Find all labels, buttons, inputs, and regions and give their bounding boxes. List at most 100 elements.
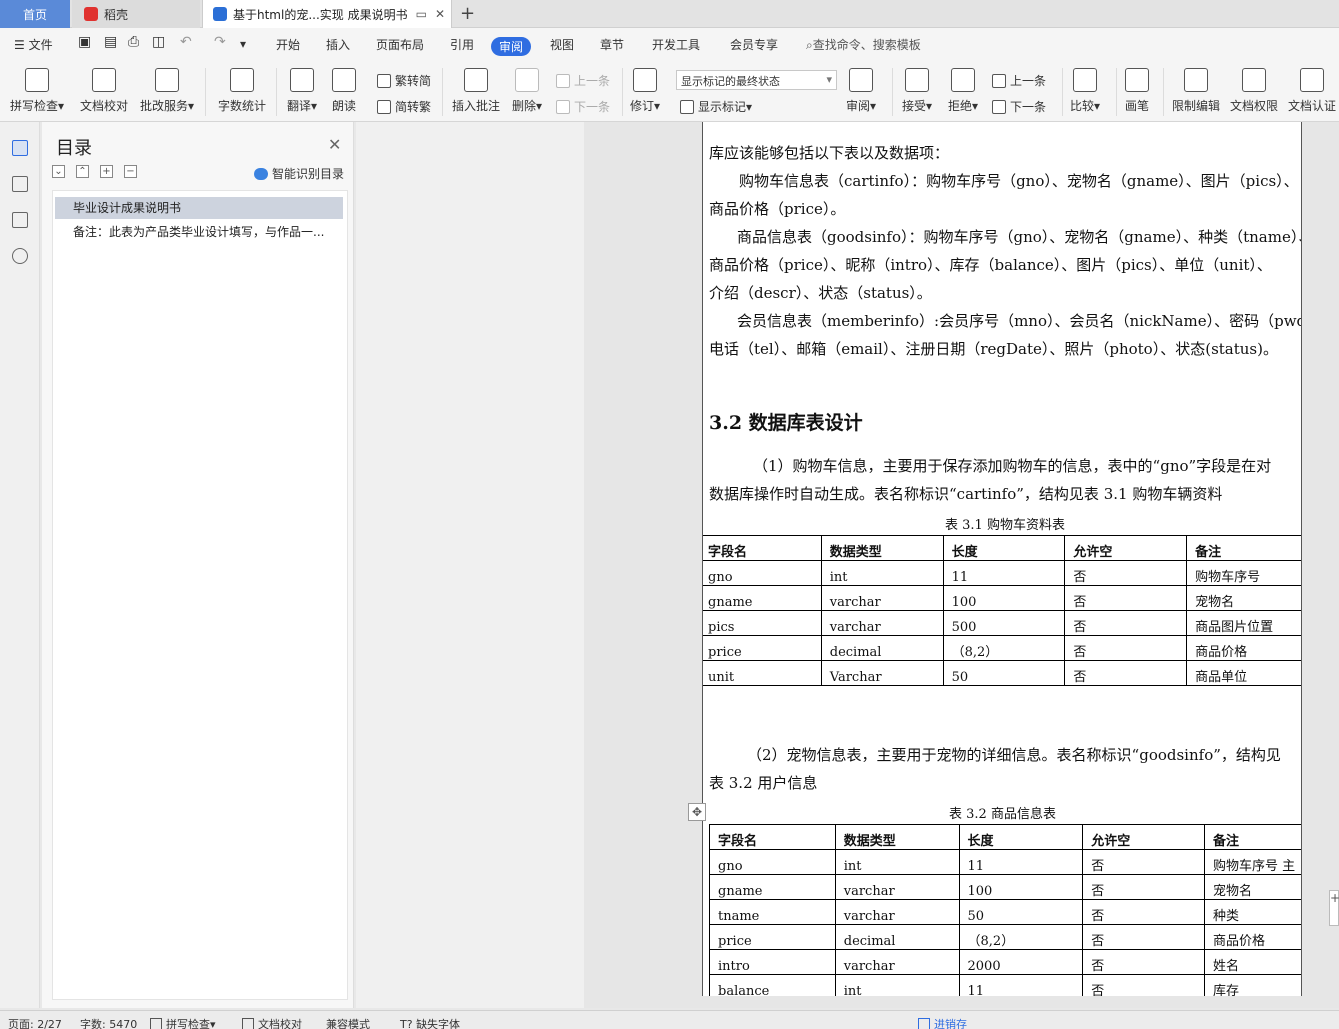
menu-insert[interactable]: 插入 xyxy=(326,36,350,53)
review-pane-button[interactable]: 审阅▾ xyxy=(846,68,876,114)
close-icon[interactable]: ✕ xyxy=(328,135,341,154)
word-count-icon xyxy=(230,68,254,92)
delete-comment-icon xyxy=(515,68,540,92)
menu-home[interactable]: 开始 xyxy=(276,36,300,53)
table-cell: 姓名 xyxy=(1203,949,1301,975)
menu-member[interactable]: 会员专享 xyxy=(730,36,778,53)
table-header-row: 字段名 数据类型 长度 允许空 备注 xyxy=(703,535,1301,561)
promo-link[interactable]: 进销存 xyxy=(918,1016,967,1029)
quick-access-dropdown-icon[interactable]: ▾ xyxy=(240,37,246,51)
toc-item[interactable]: 备注：此表为产品类毕业设计填写，与作品一... xyxy=(55,221,343,243)
menu-reference[interactable]: 引用 xyxy=(450,36,474,53)
trad-to-simp-button[interactable]: 繁转简 xyxy=(377,72,431,89)
table-cell: gname xyxy=(703,585,822,611)
menu-developer[interactable]: 开发工具 xyxy=(652,36,700,53)
table-cell: 50 xyxy=(942,660,1066,686)
doc-permission-button[interactable]: 文档权限 xyxy=(1230,68,1278,114)
expand-panel-icon[interactable]: + xyxy=(1329,890,1339,926)
menu-file[interactable]: ☰ 文件 xyxy=(14,36,53,53)
preview-icon[interactable]: ◫ xyxy=(152,34,165,50)
status-doc-proof[interactable]: 文档校对 xyxy=(242,1016,302,1029)
doc-cert-icon xyxy=(1300,68,1324,92)
tab-document-label: 基于html的宠...实现 成果说明书 xyxy=(233,7,408,22)
show-markup-button[interactable]: 显示标记 ▾ xyxy=(680,98,752,115)
document-page[interactable]: 库应该能够包括以下表以及数据项： 购物车信息表（cartinfo）：购物车序号（… xyxy=(702,122,1302,996)
status-spell-check[interactable]: 拼写检查 ▾ xyxy=(150,1016,216,1029)
expand-icon[interactable]: ⌄ xyxy=(52,165,65,178)
word-count-button[interactable]: 字数统计 xyxy=(218,68,266,114)
track-changes-button[interactable]: 修订▾ xyxy=(630,68,660,114)
doc-proof-button[interactable]: 文档校对 xyxy=(80,68,128,114)
correction-service-button[interactable]: 批改服务▾ xyxy=(140,68,194,114)
simp-to-trad-button[interactable]: 简转繁 xyxy=(377,98,431,115)
table-cell: 2000 xyxy=(958,949,1084,975)
table-cell: 宠物名 xyxy=(1186,585,1301,611)
word-count-indicator[interactable]: 字数: 5470 xyxy=(80,1016,137,1029)
accept-icon xyxy=(905,68,930,92)
save-icon[interactable]: ▣ xyxy=(78,34,91,50)
table-cell: 500 xyxy=(942,610,1066,636)
remove-heading-icon[interactable]: − xyxy=(124,165,137,178)
toc-item[interactable]: 毕业设计成果说明书 xyxy=(55,197,343,219)
table-cell: 否 xyxy=(1064,560,1188,586)
doc-paragraph: 表 3.2 用户信息 xyxy=(709,774,818,792)
doc-line: 库应该能够包括以下表以及数据项： xyxy=(709,144,950,162)
read-aloud-button[interactable]: 朗读 xyxy=(332,68,356,114)
table-row: price decimal （8,2）否商品价格 xyxy=(709,924,1301,950)
doc-proof-icon xyxy=(242,1018,254,1029)
export-icon[interactable]: ▤ xyxy=(104,34,117,50)
new-tab-button[interactable]: + xyxy=(460,3,475,24)
page-indicator[interactable]: 页面: 2/27 xyxy=(8,1016,62,1029)
collapse-icon[interactable]: ⌃ xyxy=(76,165,89,178)
menu-chapter[interactable]: 章节 xyxy=(600,36,624,53)
translate-button[interactable]: 翻译▾ xyxy=(287,68,317,114)
tab-home[interactable]: 首页 xyxy=(0,0,70,28)
menu-review[interactable]: 审阅 xyxy=(491,37,532,56)
restrict-edit-button[interactable]: 限制编辑 xyxy=(1172,68,1220,114)
bookmark-icon[interactable] xyxy=(12,212,28,228)
next-change-button[interactable]: 下一条 xyxy=(992,98,1046,115)
spell-check-button[interactable]: 拼写检查▾ xyxy=(10,68,64,114)
robot-icon xyxy=(254,167,268,180)
reject-button[interactable]: 拒绝▾ xyxy=(948,68,978,114)
pen-button[interactable]: 画笔 xyxy=(1125,68,1149,114)
correction-service-label: 批改服务 xyxy=(140,99,189,113)
next-comment-button[interactable]: 下一条 xyxy=(556,98,610,115)
redo-icon[interactable]: ↷ xyxy=(214,34,226,50)
add-heading-icon[interactable]: + xyxy=(100,165,113,178)
undo-icon[interactable]: ↶ xyxy=(180,34,192,50)
search-icon[interactable] xyxy=(12,248,28,264)
table-row: balance int 11 否库存 xyxy=(709,974,1301,996)
doc-proof-label: 文档校对 xyxy=(80,99,129,113)
doc-cert-button[interactable]: 文档认证 xyxy=(1288,68,1336,114)
compare-button[interactable]: 比较▾ xyxy=(1070,68,1100,114)
missing-font-indicator[interactable]: T? 缺失字体 xyxy=(400,1016,460,1029)
accept-button[interactable]: 接受▾ xyxy=(902,68,932,114)
table-cell: 商品图片位置 xyxy=(1186,610,1301,636)
status-bar: 页面: 2/27 字数: 5470 拼写检查 ▾ 文档校对 兼容模式 T? 缺失字… xyxy=(0,1010,1339,1029)
tab-daoke[interactable]: 稻壳 xyxy=(72,0,200,28)
delete-comment-button[interactable]: 删除▾ xyxy=(512,68,542,114)
table-cell: （8,2） xyxy=(958,924,1084,950)
navigation-icon[interactable] xyxy=(12,176,28,192)
print-icon[interactable]: ⎙ xyxy=(128,34,139,50)
tab-document[interactable]: 基于html的宠...实现 成果说明书 ▭ ✕ xyxy=(202,0,452,28)
outline-icon[interactable] xyxy=(12,140,28,156)
status-proof-label: 文档校对 xyxy=(258,1018,302,1029)
screen-icon[interactable]: ▭ xyxy=(416,7,427,21)
tab-home-label: 首页 xyxy=(22,7,47,22)
menu-layout[interactable]: 页面布局 xyxy=(376,36,424,53)
menu-view[interactable]: 视图 xyxy=(550,36,574,53)
markup-state-select[interactable]: 显示标记的最终状态 xyxy=(676,70,837,90)
prev-change-button[interactable]: 上一条 xyxy=(992,72,1046,89)
insert-comment-button[interactable]: 插入批注 xyxy=(452,68,500,114)
smart-toc-button[interactable]: 智能识别目录 xyxy=(254,165,344,182)
insert-comment-label: 插入批注 xyxy=(452,99,501,113)
promo-icon xyxy=(918,1018,930,1029)
table-row: unit Varchar 50 否商品单位 xyxy=(703,660,1301,686)
close-icon[interactable]: ✕ xyxy=(435,7,445,21)
command-search[interactable]: ⌕查找命令、搜索模板 xyxy=(806,36,921,53)
table-cell: varchar xyxy=(820,610,944,636)
prev-comment-button[interactable]: 上一条 xyxy=(556,72,610,89)
table-move-handle-icon[interactable]: ✥ xyxy=(688,803,706,821)
